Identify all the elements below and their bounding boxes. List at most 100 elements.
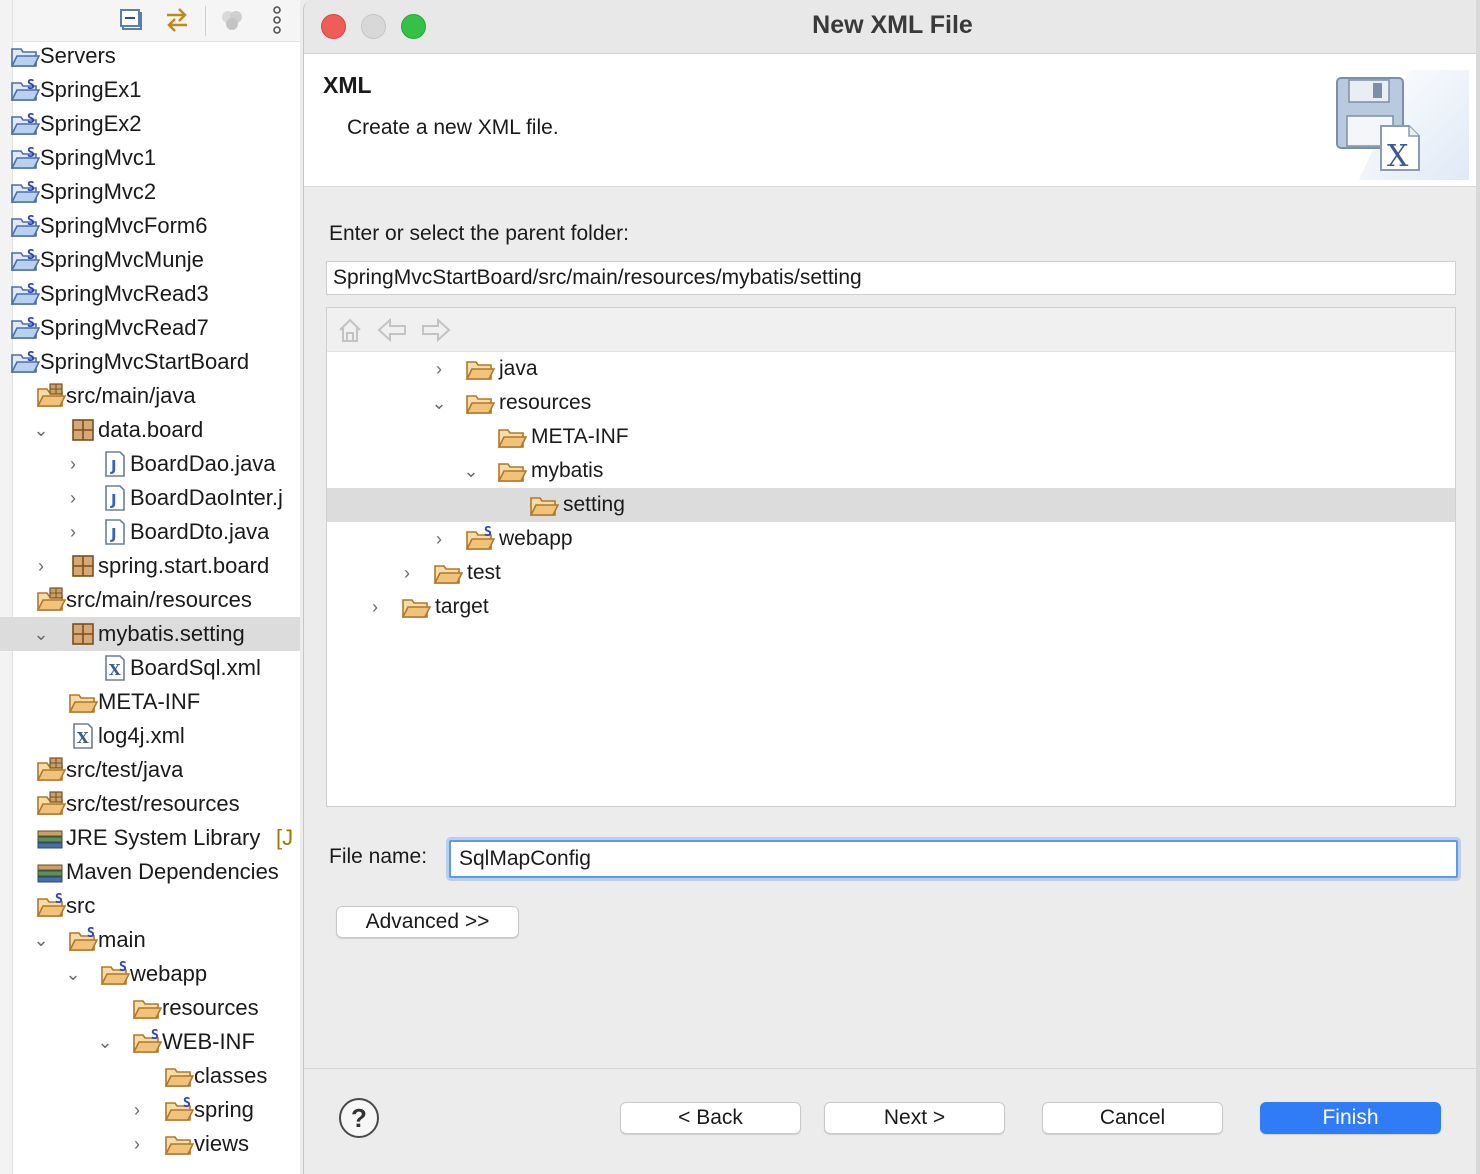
explorer-item[interactable]: › views xyxy=(0,1127,300,1161)
filter-icon[interactable] xyxy=(218,6,246,34)
view-menu-icon[interactable] xyxy=(263,6,291,34)
explorer-item[interactable]: src/main/java xyxy=(0,379,300,413)
explorer-item-label: log4j.xml xyxy=(98,723,185,748)
link-with-editor-icon[interactable] xyxy=(163,6,191,34)
folder-tree-toolbar xyxy=(327,308,1455,352)
new-xml-file-dialog: New XML File XML Create a new XML file. … xyxy=(303,0,1480,1174)
explorer-item[interactable]: ⌄ S WEB-INF xyxy=(0,1025,300,1059)
explorer-item[interactable]: ⌄ Smain xyxy=(0,923,300,957)
forward-arrow-icon[interactable] xyxy=(421,316,451,344)
explorer-item[interactable]: › J BoardDaoInter.j xyxy=(0,481,300,515)
svg-text:X: X xyxy=(109,661,121,679)
chevron-down-icon[interactable]: ⌄ xyxy=(459,454,483,488)
library-icon xyxy=(36,857,66,887)
explorer-item[interactable]: ⌄ Swebapp xyxy=(0,957,300,991)
svg-text:S: S xyxy=(27,180,35,195)
explorer-item[interactable]: Servers xyxy=(0,39,300,73)
folder-tree-item[interactable]: META-INF xyxy=(327,420,1455,454)
explorer-item[interactable]: S SpringEx1 xyxy=(0,73,300,107)
explorer-item[interactable]: S SpringMvcForm6 xyxy=(0,209,300,243)
back-button[interactable]: < Back xyxy=(620,1102,801,1134)
explorer-item[interactable]: src/test/java xyxy=(0,753,300,787)
explorer-item[interactable]: S SpringMvc1 xyxy=(0,141,300,175)
spring-folder-icon: S xyxy=(100,959,130,989)
explorer-item[interactable]: › J BoardDao.java xyxy=(0,447,300,481)
explorer-item-label: webapp xyxy=(130,961,208,986)
file-name-input[interactable] xyxy=(449,840,1458,878)
project-folder-icon xyxy=(10,41,40,71)
folder-icon xyxy=(495,456,529,486)
explorer-item[interactable]: S SpringMvcRead7 xyxy=(0,311,300,345)
spring-folder-icon: S xyxy=(164,1095,194,1125)
explorer-item[interactable]: ⌄ data.board xyxy=(0,413,300,447)
chevron-right-icon[interactable]: › xyxy=(395,556,419,590)
chevron-right-icon[interactable]: › xyxy=(427,352,451,386)
explorer-item[interactable]: JRE System Library [J xyxy=(0,821,300,855)
parent-folder-input[interactable] xyxy=(326,261,1456,295)
folder-tree-item[interactable]: › java xyxy=(327,352,1455,386)
explorer-item[interactable]: resources xyxy=(0,991,300,1025)
explorer-item[interactable]: Ssrc xyxy=(0,889,300,923)
back-arrow-icon[interactable] xyxy=(377,316,407,344)
explorer-item-label: SpringMvc2 xyxy=(40,179,157,204)
explorer-item[interactable]: META-INF xyxy=(0,685,300,719)
folder-tree-item-label: webapp xyxy=(499,527,573,550)
explorer-item[interactable]: src/test/resources xyxy=(0,787,300,821)
chevron-right-icon[interactable]: › xyxy=(126,1093,148,1127)
folder-tree-item[interactable]: ⌄ resources xyxy=(327,386,1455,420)
explorer-item[interactable]: › spring.start.board xyxy=(0,549,300,583)
chevron-right-icon[interactable]: › xyxy=(62,481,84,515)
explorer-item[interactable]: Xlog4j.xml xyxy=(0,719,300,753)
advanced-button[interactable]: Advanced >> xyxy=(336,906,519,938)
explorer-item-suffix: [J xyxy=(276,825,294,850)
chevron-right-icon[interactable]: › xyxy=(30,549,52,583)
svg-text:S: S xyxy=(27,282,35,297)
explorer-item-label: data.board xyxy=(98,417,204,442)
explorer-item-label: classes xyxy=(194,1063,268,1088)
folder-tree-item[interactable]: › test xyxy=(327,556,1455,590)
explorer-item-label: SpringMvcStartBoard xyxy=(40,349,250,374)
chevron-right-icon[interactable]: › xyxy=(363,590,387,624)
source-folder-icon xyxy=(36,755,66,785)
explorer-item[interactable]: S SpringEx2 xyxy=(0,107,300,141)
folder-tree-item[interactable]: › target xyxy=(327,590,1455,624)
chevron-down-icon[interactable]: ⌄ xyxy=(30,617,52,651)
svg-text:J: J xyxy=(110,457,117,475)
package-icon xyxy=(68,551,98,581)
chevron-down-icon[interactable]: ⌄ xyxy=(94,1025,116,1059)
folder-tree-item[interactable]: setting xyxy=(327,488,1455,522)
explorer-item[interactable]: X BoardSql.xml xyxy=(0,651,300,685)
explorer-item[interactable]: › Sspring xyxy=(0,1093,300,1127)
next-button[interactable]: Next > xyxy=(824,1102,1005,1134)
explorer-item[interactable]: ⌄ mybatis.setting xyxy=(0,617,300,651)
folder-tree-item[interactable]: › Swebapp xyxy=(327,522,1455,556)
folder-tree-panel[interactable]: › java ⌄ resources META-INF ⌄ mybatis setting › S… xyxy=(326,307,1456,807)
explorer-item[interactable]: S SpringMvcRead3 xyxy=(0,277,300,311)
wizard-page-description: Create a new XML file. xyxy=(347,116,559,139)
explorer-item[interactable]: classes xyxy=(0,1059,300,1093)
collapse-all-icon[interactable] xyxy=(118,6,146,34)
chevron-right-icon[interactable]: › xyxy=(62,515,84,549)
explorer-item[interactable]: S SpringMvc2 xyxy=(0,175,300,209)
folder-icon xyxy=(431,558,465,588)
chevron-right-icon[interactable]: › xyxy=(62,447,84,481)
home-icon[interactable] xyxy=(335,316,365,344)
chevron-down-icon[interactable]: ⌄ xyxy=(62,957,84,991)
explorer-item[interactable]: S SpringMvcMunje xyxy=(0,243,300,277)
chevron-right-icon[interactable]: › xyxy=(126,1127,148,1161)
chevron-right-icon[interactable]: › xyxy=(427,522,451,556)
folder-tree-item[interactable]: ⌄ mybatis xyxy=(327,454,1455,488)
xml-file-icon: X xyxy=(68,721,98,751)
explorer-item-label: WEB-INF xyxy=(162,1029,255,1054)
folder-tree-item-label: mybatis xyxy=(531,459,604,482)
help-icon[interactable]: ? xyxy=(339,1098,379,1138)
explorer-item[interactable]: src/main/resources xyxy=(0,583,300,617)
chevron-down-icon[interactable]: ⌄ xyxy=(30,413,52,447)
explorer-item[interactable]: S SpringMvcStartBoard xyxy=(0,345,300,379)
chevron-down-icon[interactable]: ⌄ xyxy=(427,386,451,420)
explorer-item[interactable]: Maven Dependencies xyxy=(0,855,300,889)
finish-button[interactable]: Finish xyxy=(1260,1102,1441,1134)
chevron-down-icon[interactable]: ⌄ xyxy=(30,923,52,957)
cancel-button[interactable]: Cancel xyxy=(1042,1102,1223,1134)
explorer-item[interactable]: › J BoardDto.java xyxy=(0,515,300,549)
